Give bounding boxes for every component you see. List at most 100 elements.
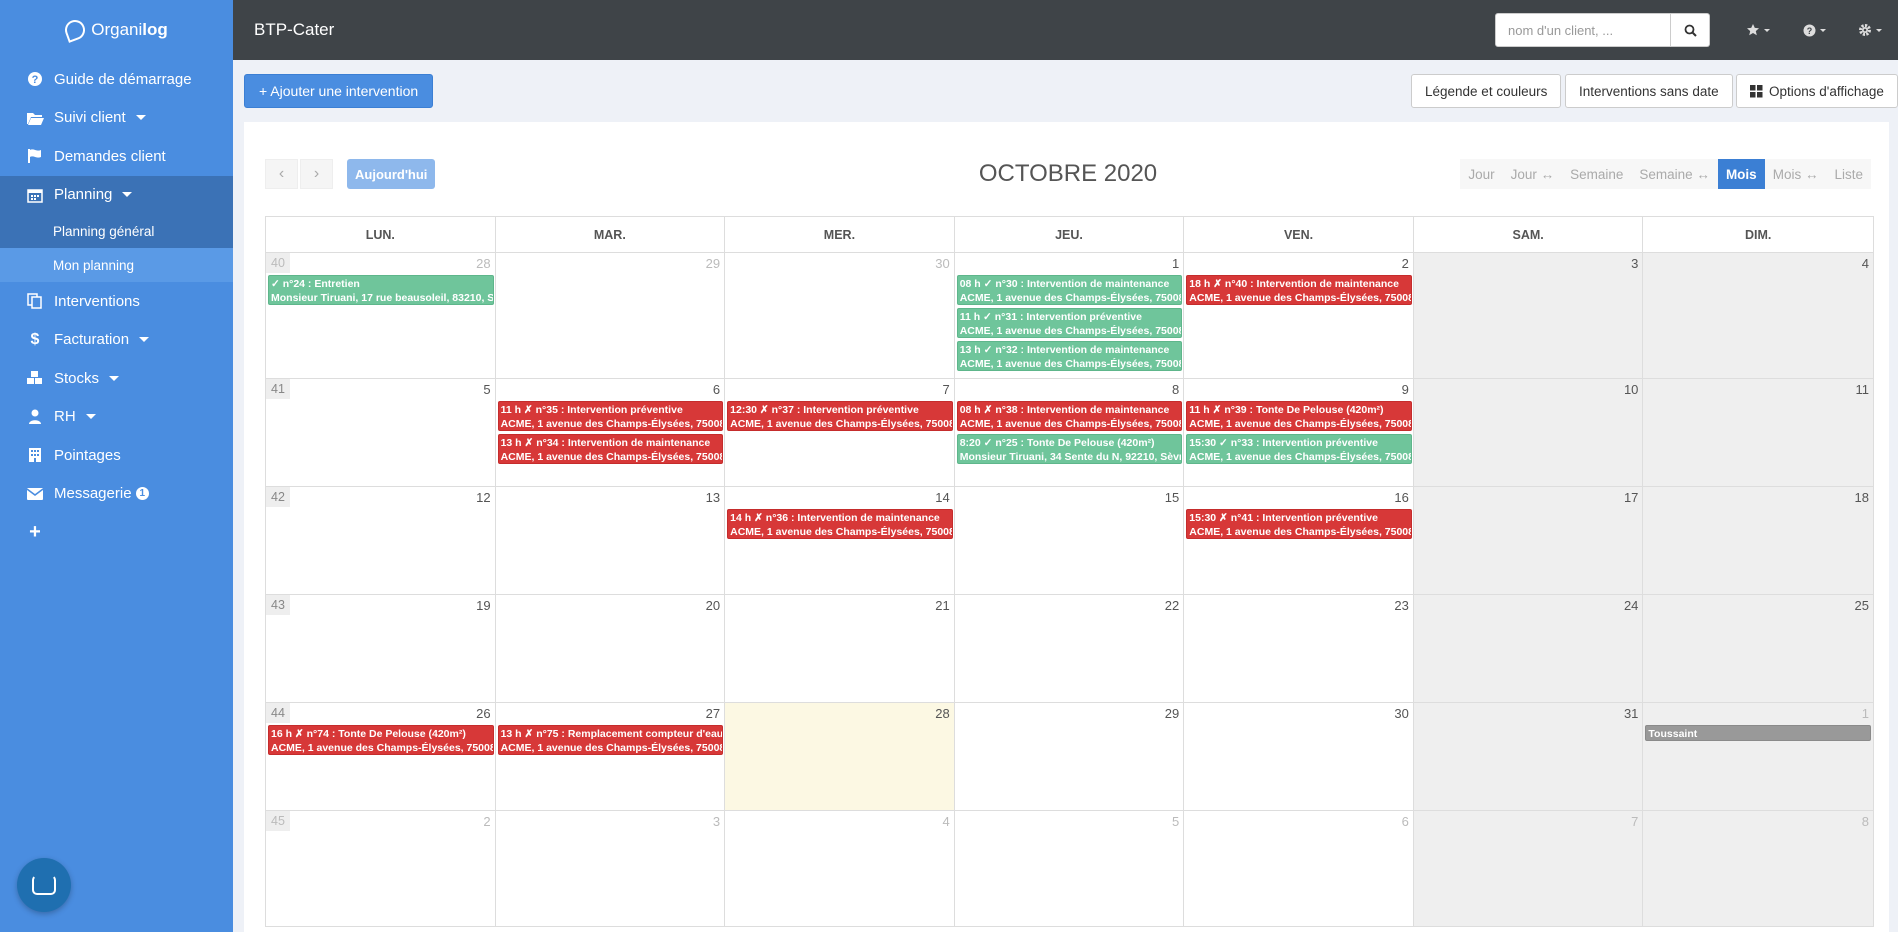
calendar-event[interactable]: 08 h ✗ n°38 : Intervention de maintenanc…: [956, 401, 1183, 431]
sidebar-item-guide[interactable]: ? Guide de démarrage: [0, 60, 233, 99]
sidebar-item-stocks[interactable]: Stocks: [0, 359, 233, 398]
calendar-event[interactable]: 13 h ✗ n°34 : Intervention de maintenanc…: [497, 434, 724, 464]
day-cell[interactable]: 8: [954, 379, 1185, 487]
day-cell[interactable]: 4: [1643, 253, 1873, 379]
sidebar-subitem-planning-general[interactable]: Planning général: [0, 214, 233, 248]
calendar-event[interactable]: Toussaint: [1645, 725, 1871, 741]
day-cell[interactable]: 13: [495, 487, 726, 595]
day-cell[interactable]: 2 45: [266, 811, 496, 926]
day-cell[interactable]: 3: [1413, 253, 1644, 379]
day-cell[interactable]: 28 40: [266, 253, 496, 379]
day-cell[interactable]: 31: [1413, 703, 1644, 811]
day-cell[interactable]: 9: [1184, 379, 1414, 487]
weekday-header: LUN.: [266, 217, 496, 253]
day-cell[interactable]: 11: [1643, 379, 1873, 487]
day-cell[interactable]: 5 41: [266, 379, 496, 487]
day-cell[interactable]: 2: [1184, 253, 1414, 379]
day-cell[interactable]: 30: [1184, 703, 1414, 811]
day-cell[interactable]: 27: [495, 703, 726, 811]
sidebar-item-suivi-client[interactable]: Suivi client: [0, 99, 233, 138]
day-cell[interactable]: 14: [725, 487, 955, 595]
calendar-event[interactable]: 11 h ✗ n°35 : Intervention préventive ACM…: [497, 401, 724, 431]
view-button[interactable]: Jour ↔: [1502, 159, 1563, 189]
chevron-right-icon: ›: [313, 165, 320, 182]
day-cell[interactable]: 15: [954, 487, 1185, 595]
day-cell[interactable]: 22: [954, 595, 1185, 703]
view-button[interactable]: Jour: [1460, 159, 1503, 189]
brand-logo[interactable]: Organilog: [0, 0, 233, 60]
view-button[interactable]: Mois: [1717, 159, 1765, 189]
sidebar-item-interventions[interactable]: Interventions: [0, 282, 233, 321]
day-cell[interactable]: 20: [495, 595, 726, 703]
view-button[interactable]: Semaine: [1562, 159, 1632, 189]
help-menu[interactable]: ?: [1786, 0, 1842, 60]
day-cell[interactable]: 1: [1643, 703, 1873, 811]
day-cell[interactable]: 25: [1643, 595, 1873, 703]
calendar-event[interactable]: 13 h ✓ n°32 : Intervention de maintenanc…: [956, 341, 1183, 371]
day-cell[interactable]: 8: [1643, 811, 1873, 926]
calendar-event[interactable]: ✓ n°24 : Entretien Monsieur Tiruani, 17 r…: [268, 275, 494, 305]
day-cell[interactable]: 17: [1413, 487, 1644, 595]
sidebar-subitem-mon-planning[interactable]: Mon planning: [0, 248, 233, 282]
client-search-input[interactable]: [1495, 13, 1671, 47]
undated-interventions-button[interactable]: Interventions sans date: [1565, 74, 1733, 108]
day-cell[interactable]: 21: [725, 595, 955, 703]
calendar-event[interactable]: 15:30 ✓ n°33 : Intervention préventive AC…: [1186, 434, 1412, 464]
view-button[interactable]: Semaine ↔: [1631, 159, 1718, 189]
day-cell[interactable]: 12 42: [266, 487, 496, 595]
calendar-event[interactable]: 16 h ✗ n°74 : Tonte De Pelouse (420m²) AC…: [268, 725, 494, 755]
day-cell[interactable]: 5: [955, 811, 1185, 926]
calendar-event[interactable]: 08 h ✓ n°30 : Intervention de maintenanc…: [956, 275, 1183, 305]
chevron-left-icon: ‹: [278, 165, 285, 182]
view-button[interactable]: Liste: [1826, 159, 1871, 189]
day-cell[interactable]: 16: [1184, 487, 1414, 595]
day-cell[interactable]: 18: [1643, 487, 1873, 595]
day-cell[interactable]: 24: [1413, 595, 1644, 703]
sidebar-item-demandes-client[interactable]: Demandes client: [0, 137, 233, 176]
settings-menu[interactable]: [1842, 0, 1898, 60]
calendar-header: OCTOBRE 2020 ‹ › Aujourd'hui Jour Jour ↔ S…: [265, 159, 1871, 189]
today-button[interactable]: Aujourd'hui: [347, 159, 436, 189]
calendar-event[interactable]: 14 h ✗ n°36 : Intervention de maintenanc…: [727, 509, 953, 539]
display-options-button[interactable]: Options d'affichage: [1736, 74, 1898, 108]
event-title: 11 h ✗ n°35 : Intervention préventive: [500, 404, 683, 416]
event-title: 15:30 ✓ n°33 : Intervention préventive: [1189, 437, 1378, 449]
day-cell[interactable]: 26 44: [266, 703, 496, 811]
calendar-event[interactable]: 11 h ✗ n°39 : Tonte De Pelouse (420m²) AC…: [1186, 401, 1412, 431]
legend-button[interactable]: Légende et couleurs: [1411, 74, 1562, 108]
day-cell[interactable]: 29: [495, 253, 726, 379]
day-cell[interactable]: 7: [725, 379, 955, 487]
sidebar-item-rh[interactable]: RH: [0, 398, 233, 437]
add-intervention-button[interactable]: + Ajouter une intervention: [244, 74, 434, 108]
calendar-event[interactable]: 11 h ✓ n°31 : Intervention préventive ACM…: [956, 308, 1183, 338]
day-cell[interactable]: 30: [725, 253, 955, 379]
search-button[interactable]: [1671, 13, 1710, 47]
sidebar-item-planning[interactable]: Planning: [0, 175, 233, 214]
day-cell[interactable]: 6: [495, 379, 726, 487]
day-cell[interactable]: 28: [725, 703, 955, 811]
chat-launcher[interactable]: [17, 858, 71, 912]
sidebar-item-facturation[interactable]: $ Facturation: [0, 321, 233, 360]
view-button[interactable]: Mois ↔: [1764, 159, 1827, 189]
calendar-event[interactable]: 15:30 ✗ n°41 : Intervention préventive AC…: [1186, 509, 1412, 539]
day-cell[interactable]: 23: [1184, 595, 1414, 703]
day-cell[interactable]: 7: [1413, 811, 1644, 926]
calendar-event[interactable]: 13 h ✗ n°75 : Remplacement compteur d'ea…: [497, 725, 724, 755]
day-cell[interactable]: 10: [1413, 379, 1644, 487]
weekday-header: SAM.: [1414, 217, 1644, 253]
day-cell[interactable]: 29: [954, 703, 1185, 811]
prev-month-button[interactable]: ‹: [265, 159, 298, 189]
calendar-card: OCTOBRE 2020 ‹ › Aujourd'hui Jour Jour ↔ S…: [244, 122, 1889, 932]
day-cell[interactable]: 6: [1184, 811, 1414, 926]
sidebar-item-messagerie[interactable]: Messagerie 1: [0, 475, 233, 514]
day-cell[interactable]: 4: [725, 811, 955, 926]
day-cell[interactable]: 3: [496, 811, 726, 926]
calendar-event[interactable]: 8:20 ✓ n°25 : Tonte De Pelouse (420m²) Mo…: [956, 434, 1183, 464]
calendar-event[interactable]: 18 h ✗ n°40 : Intervention de maintenanc…: [1186, 275, 1412, 305]
sidebar-item-add[interactable]: +: [0, 513, 233, 552]
sidebar-item-pointages[interactable]: Pointages: [0, 436, 233, 475]
calendar-event[interactable]: 12:30 ✗ n°37 : Intervention préventive AC…: [727, 401, 953, 431]
next-month-button[interactable]: ›: [300, 159, 333, 189]
day-cell[interactable]: 19 43: [266, 595, 496, 703]
favorites-menu[interactable]: [1730, 0, 1786, 60]
